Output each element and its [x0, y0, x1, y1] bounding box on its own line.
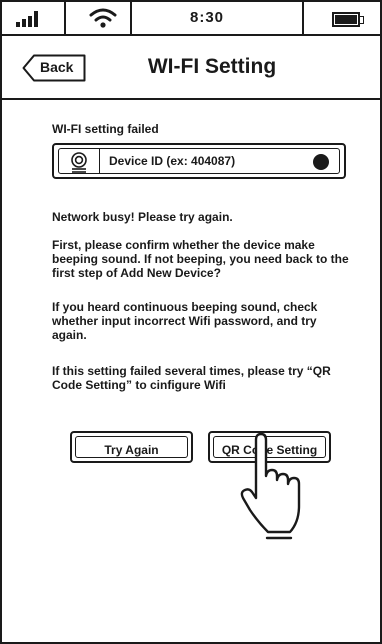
status-time: 8:30 [189, 9, 225, 26]
phone-frame: 8:30 Back WI-FI Setting WI-FI setting fa… [0, 0, 382, 644]
status-divider [302, 2, 304, 34]
device-id-label: Device ID (ex: 404087) [109, 154, 236, 168]
device-icon-cell [59, 149, 100, 173]
back-button[interactable]: Back [22, 54, 86, 82]
battery-icon [332, 12, 360, 27]
back-label: Back [40, 59, 74, 75]
message-password: If you heard continuous beeping sound, c… [52, 300, 318, 342]
status-divider [130, 2, 132, 34]
message-qr: If this setting failed several times, pl… [52, 364, 331, 392]
signal-icon [16, 11, 50, 27]
status-divider [64, 2, 66, 34]
message-busy: Network busy! Please try again. [52, 210, 233, 224]
page-title: WI-FI Setting [147, 55, 277, 78]
try-again-button[interactable]: Try Again [70, 431, 193, 463]
device-id-field[interactable]: Device ID (ex: 404087) [52, 143, 346, 179]
status-bar: 8:30 [2, 2, 380, 36]
try-again-label: Try Again [104, 443, 159, 457]
status-dot-icon [313, 154, 329, 170]
nav-bar: Back WI-FI Setting [2, 36, 380, 100]
battery-tip [360, 16, 364, 24]
wifi-icon [89, 8, 117, 28]
tap-hand-icon [240, 432, 301, 540]
camera-icon [71, 152, 87, 173]
section-label: WI-FI setting failed [52, 122, 159, 136]
message-confirm: First, please confirm whether the device… [52, 238, 349, 280]
